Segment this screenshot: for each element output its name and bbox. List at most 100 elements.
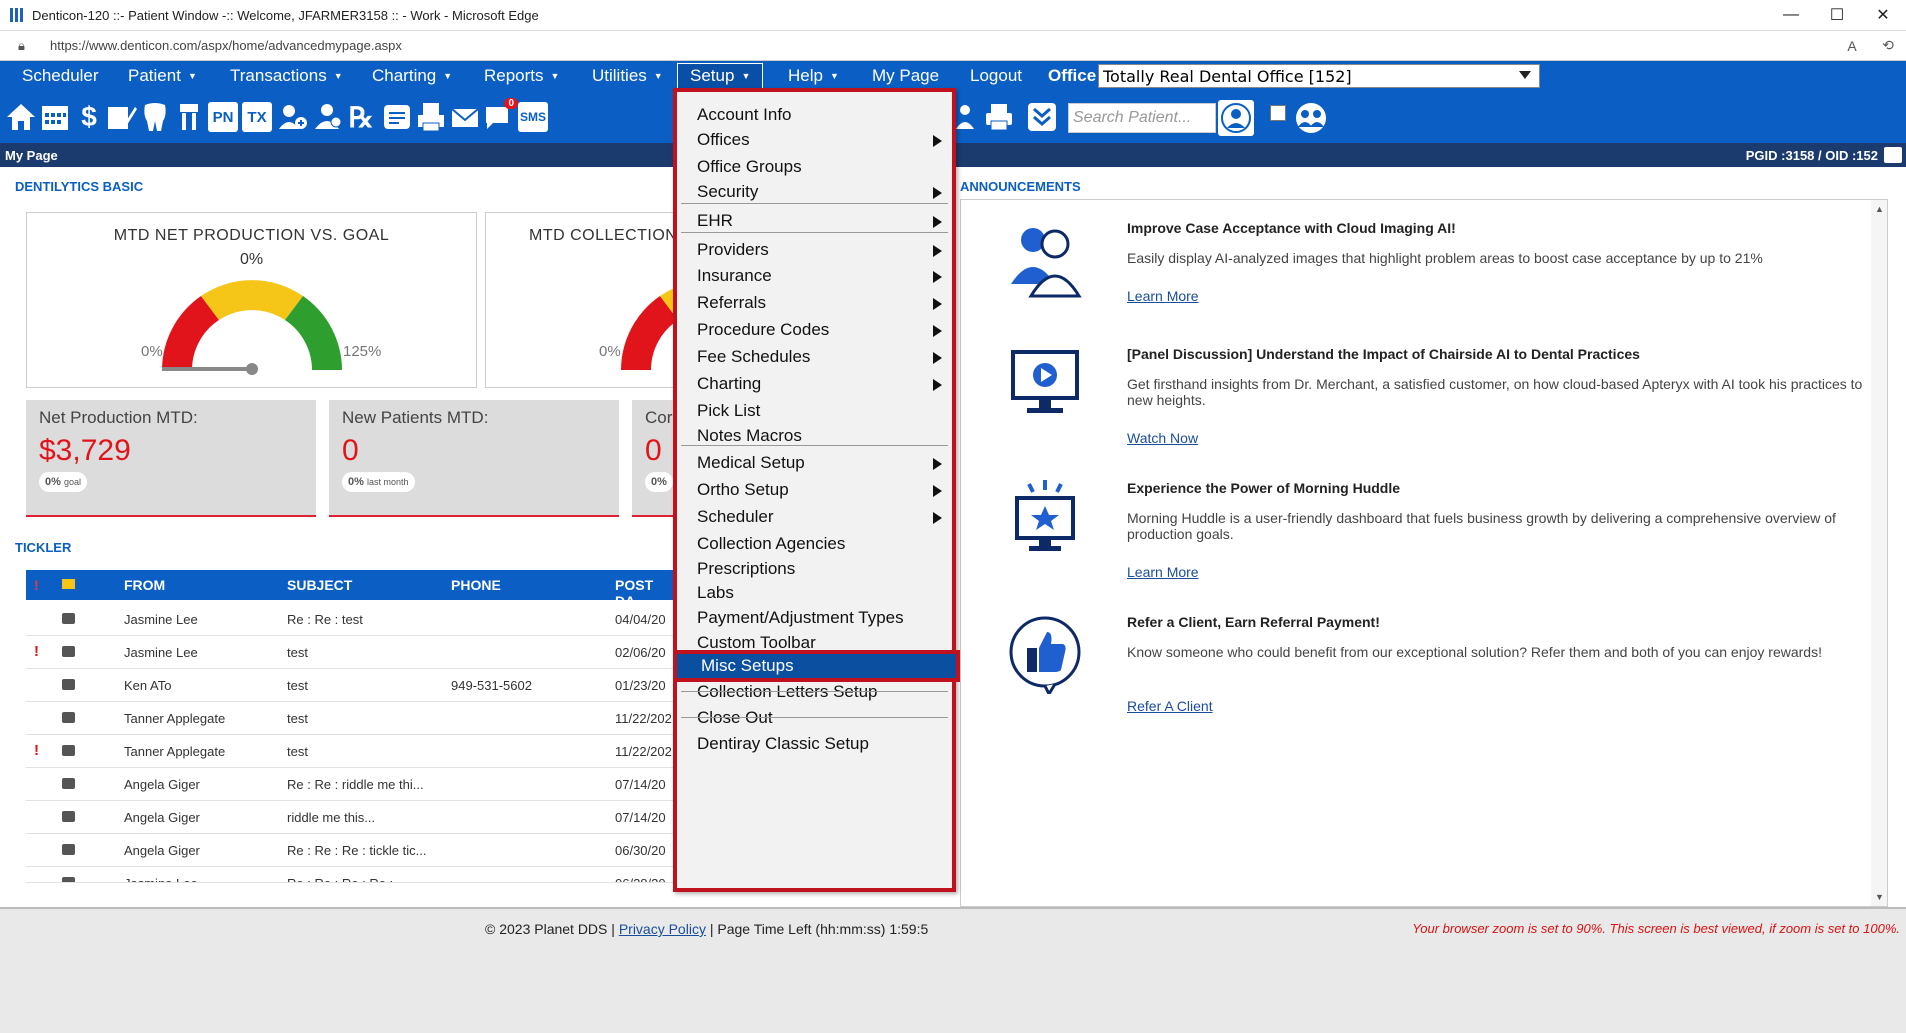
date-cell: 01/23/20 — [615, 678, 666, 693]
setup-menu-collection-letters-setup[interactable]: Collection Letters Setup — [681, 678, 948, 706]
print-page-icon[interactable] — [1884, 147, 1902, 163]
patient-group-icon[interactable] — [952, 100, 986, 134]
setup-menu-providers[interactable]: Providers — [681, 236, 948, 264]
menu-patient[interactable]: Patient ▼ — [116, 61, 209, 91]
patient-search-input[interactable]: Search Patient... — [1068, 103, 1216, 133]
setup-menu-procedure-codes[interactable]: Procedure Codes — [681, 316, 948, 344]
table-row[interactable]: Jasmine Lee Re : Re : Re : Re : 06/28/20 — [26, 867, 675, 883]
scroll-up-icon[interactable]: ▲ — [1875, 204, 1884, 214]
setup-menu-insurance[interactable]: Insurance — [681, 262, 948, 290]
read-aloud-icon[interactable]: A — [1834, 38, 1870, 54]
from-cell: Angela Giger — [124, 777, 200, 792]
implant-icon[interactable] — [172, 100, 206, 134]
phone-column-header[interactable]: PHONE — [451, 577, 501, 593]
setup-menu-account-info[interactable]: Account Info — [681, 101, 948, 129]
setup-menu-scheduler[interactable]: Scheduler — [681, 503, 948, 531]
mail-icon[interactable] — [448, 100, 482, 134]
announcement-link[interactable]: Watch Now — [1127, 430, 1198, 446]
table-row[interactable]: ! Jasmine Lee test 02/06/20 — [26, 636, 675, 669]
sms-icon[interactable]: SMS — [516, 100, 550, 134]
close-window-button[interactable]: ✕ — [1860, 0, 1906, 31]
from-column-header[interactable]: FROM — [124, 577, 165, 593]
menu-item-label: Charting — [697, 374, 762, 393]
menu-my-page[interactable]: My Page — [860, 61, 951, 91]
menu-transactions[interactable]: Transactions ▼ — [218, 61, 355, 91]
table-row[interactable]: Jasmine Lee Re : Re : test 04/04/20 — [26, 603, 675, 636]
pn-icon[interactable]: PN — [206, 100, 240, 134]
search-checkbox[interactable] — [1270, 105, 1286, 121]
patient-search-icon[interactable] — [1218, 100, 1254, 136]
table-row[interactable]: ! Tanner Applegate test 11/22/202 — [26, 735, 675, 768]
setup-dropdown-menu: Account Info Offices Office Groups Security… — [673, 88, 960, 892]
menu-utilities[interactable]: Utilities ▼ — [580, 61, 675, 91]
menu-help[interactable]: Help ▼ — [776, 61, 851, 91]
menu-item-label: Office Groups — [697, 157, 802, 176]
messages-icon[interactable]: 0 — [482, 98, 518, 134]
setup-menu-payment-adjustment-types[interactable]: Payment/Adjustment Types — [681, 604, 948, 632]
date-cell: 11/22/202 — [615, 744, 672, 759]
setup-menu-pick-list[interactable]: Pick List — [681, 397, 948, 425]
office-select[interactable]: Totally Real Dental Office [152] — [1098, 64, 1540, 88]
setup-menu-close-out[interactable]: Close Out — [681, 704, 948, 732]
table-row[interactable]: Tanner Applegate test 11/22/202 — [26, 702, 675, 735]
date-cell: 02/06/20 — [615, 645, 666, 660]
minimize-button[interactable]: — — [1768, 0, 1814, 31]
setup-menu-fee-schedules[interactable]: Fee Schedules — [681, 343, 948, 371]
setup-menu-ortho-setup[interactable]: Ortho Setup — [681, 476, 948, 504]
menu-reports[interactable]: Reports ▼ — [472, 61, 571, 91]
notes-icon[interactable] — [104, 100, 138, 134]
double-chevron-down-icon[interactable] — [1025, 100, 1059, 134]
subject-column-header[interactable]: SUBJECT — [287, 577, 352, 593]
setup-menu-security[interactable]: Security — [681, 178, 948, 206]
privacy-policy-link[interactable]: Privacy Policy — [619, 921, 706, 937]
tooth-icon[interactable] — [138, 100, 172, 134]
menu-logout[interactable]: Logout — [958, 61, 1034, 91]
add-patient-icon[interactable] — [276, 100, 310, 134]
rx-icon[interactable]: ℞ — [344, 100, 378, 134]
menu-charting[interactable]: Charting ▼ — [360, 61, 464, 91]
announcement-link[interactable]: Learn More — [1127, 288, 1199, 304]
table-row[interactable]: Angela Giger Re : Re : Re : tickle tic...… — [26, 834, 675, 867]
envelope-icon — [62, 646, 75, 657]
setup-menu-collection-agencies[interactable]: Collection Agencies — [681, 530, 948, 558]
table-row[interactable]: Angela Giger Re : Re : riddle me thi... 07… — [26, 768, 675, 801]
table-row[interactable]: Angela Giger riddle me this... 07/14/20 — [26, 801, 675, 834]
address-bar: 🔒︎ https://www.denticon.com/aspx/home/ad… — [0, 31, 1906, 61]
printer-icon[interactable] — [982, 100, 1016, 134]
announcements-scrollbar[interactable]: ▲ ▼ — [1871, 200, 1887, 906]
setup-menu-dentiray-classic-setup[interactable]: Dentiray Classic Setup — [681, 730, 948, 758]
scroll-down-icon[interactable]: ▼ — [1875, 892, 1884, 902]
setup-menu-medical-setup[interactable]: Medical Setup — [681, 449, 948, 477]
sidebar-icon[interactable]: ⟲ — [1870, 37, 1906, 54]
setup-menu-offices[interactable]: Offices — [681, 126, 948, 154]
patient-plus-icon[interactable] — [310, 100, 344, 134]
home-icon[interactable] — [4, 100, 38, 134]
priority-column-header[interactable]: ! — [34, 577, 39, 593]
document-icon[interactable] — [380, 100, 414, 134]
calendar-icon[interactable] — [38, 100, 72, 134]
envelope-icon — [62, 613, 75, 624]
maximize-button[interactable]: ☐ — [1814, 0, 1860, 31]
submenu-arrow-icon — [933, 245, 942, 257]
announcement-link[interactable]: Learn More — [1127, 564, 1199, 580]
announcement-link[interactable]: Refer A Client — [1127, 698, 1213, 714]
menu-separator — [681, 232, 948, 233]
menu-setup[interactable]: Setup ▼ — [677, 63, 764, 89]
family-search-icon[interactable] — [1292, 100, 1330, 136]
setup-menu-referrals[interactable]: Referrals — [681, 289, 948, 317]
announcement-title: Improve Case Acceptance with Cloud Imagi… — [1127, 220, 1456, 236]
tx-icon[interactable]: TX — [240, 100, 274, 134]
stat-badge: 0% goal — [39, 472, 87, 492]
setup-menu-labs[interactable]: Labs — [681, 579, 948, 607]
from-cell: Angela Giger — [124, 843, 200, 858]
menu-scheduler[interactable]: Scheduler — [10, 61, 111, 91]
url-field[interactable]: https://www.denticon.com/aspx/home/advan… — [50, 38, 1834, 53]
dollar-icon[interactable]: $ — [72, 100, 106, 134]
setup-menu-charting[interactable]: Charting — [681, 370, 948, 398]
stat-label: Cor — [645, 408, 673, 427]
setup-menu-office-groups[interactable]: Office Groups — [681, 153, 948, 181]
table-row[interactable]: Ken ATo test 949-531-5602 01/23/20 — [26, 669, 675, 702]
setup-menu-ehr[interactable]: EHR — [681, 207, 948, 235]
lock-icon[interactable]: 🔒︎ — [18, 38, 38, 54]
print-doc-icon[interactable] — [414, 100, 448, 134]
